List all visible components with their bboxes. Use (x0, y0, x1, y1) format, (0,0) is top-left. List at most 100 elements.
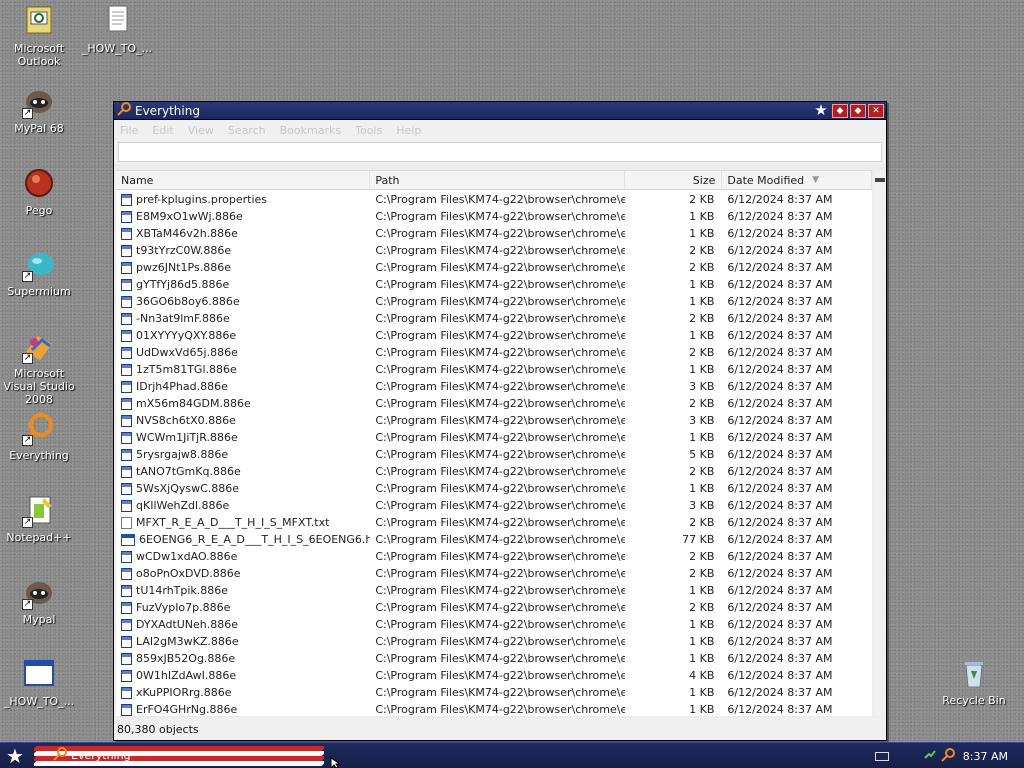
desktop-icon-mypal[interactable]: ↗ Mypal (0, 576, 79, 626)
file-name: ErFO4GHrNg.886e (136, 703, 238, 716)
file-icon (121, 193, 132, 206)
menu-file[interactable]: File (120, 124, 138, 137)
column-name[interactable]: Name (116, 171, 371, 189)
table-row[interactable]: WCWm1JiTjR.886e C:\Program Files\KM74-g22… (116, 429, 872, 446)
star-icon[interactable]: ★ (812, 102, 830, 119)
table-row[interactable]: o8oPnOxDVD.886e C:\Program Files\KM74-g22… (116, 565, 872, 582)
table-row[interactable]: qKIlWehZdl.886e C:\Program Files\KM74-g22… (116, 497, 872, 514)
cell-path: C:\Program Files\KM74-g22\browser\chrome… (375, 448, 625, 461)
column-date-modified[interactable]: Date Modified ▼ (722, 171, 872, 189)
table-row[interactable]: FuzVypIo7p.886e C:\Program Files\KM74-g22… (116, 599, 872, 616)
table-row[interactable]: E8M9xO1wWj.886e C:\Program Files\KM74-g22… (116, 208, 872, 225)
table-row[interactable]: LAI2gM3wKZ.886e C:\Program Files\KM74-g22… (116, 633, 872, 650)
maximize-button[interactable]: ◆ (850, 103, 866, 118)
taskbar-everything-button[interactable]: Everything (48, 745, 131, 766)
desktop-icon-recycle-bin[interactable]: Recycle Bin (934, 657, 1014, 707)
desktop-icon-how-to-hta[interactable]: _HOW_TO_... (0, 658, 79, 708)
menu-edit[interactable]: Edit (152, 124, 173, 137)
cell-name: UdDwxVd65j.886e (116, 346, 370, 359)
menu-search[interactable]: Search (228, 124, 266, 137)
minimize-button[interactable]: ◆ (832, 103, 848, 118)
desktop-icon-label: Microsoft Visual Studio 2008 (3, 367, 75, 406)
cell-size: 1 KB (689, 703, 715, 716)
desktop-icon-notepadpp[interactable]: ↗ Notepad++ (0, 494, 79, 544)
keyboard-icon[interactable] (874, 751, 889, 761)
supermium-icon: ↗ (22, 248, 56, 282)
visual-studio-icon: ↗ (22, 330, 56, 364)
cell-size: 1 KB (689, 482, 715, 495)
table-row[interactable]: xKuPPIORrg.886e C:\Program Files\KM74-g22… (116, 684, 872, 701)
table-row[interactable]: 36GO6b8oy6.886e C:\Program Files\KM74-g22… (116, 293, 872, 310)
desktop-icon-how-to-txt[interactable]: _HOW_TO_... (77, 5, 157, 55)
column-date-label: Date Modified (727, 173, 805, 187)
title-bar[interactable]: Everything ★ ◆ ◆ ✕ (114, 102, 886, 120)
search-input[interactable] (118, 142, 882, 162)
table-row[interactable]: wCDw1xdAO.886e C:\Program Files\KM74-g22\… (116, 548, 872, 565)
cell-name: 1zT5m81TGl.886e (116, 363, 370, 376)
desktop-icon-label: Notepad++ (6, 531, 72, 544)
table-row[interactable]: MFXT_R_E_A_D___T_H_I_S_MFXT.txt C:\Progra… (116, 514, 872, 531)
table-row[interactable]: XBTaM46v2h.886e C:\Program Files\KM74-g22… (116, 225, 872, 242)
start-button[interactable]: ★ (6, 744, 24, 768)
vertical-scrollbar[interactable] (874, 170, 886, 716)
file-name: MFXT_R_E_A_D___T_H_I_S_MFXT.txt (136, 516, 330, 529)
table-row[interactable]: -Nn3at9lmF.886e C:\Program Files\KM74-g22… (116, 310, 872, 327)
desktop-icon-label: MyPal 68 (14, 122, 64, 135)
menu-bookmarks[interactable]: Bookmarks (280, 124, 341, 137)
table-row[interactable]: DYXAdtUNeh.886e C:\Program Files\KM74-g22… (116, 616, 872, 633)
file-icon (121, 567, 132, 580)
table-row[interactable]: 6EOENG6_R_E_A_D___T_H_I_S_6EOENG6.hta C:\… (116, 531, 872, 548)
desktop-icon-mypal-68[interactable]: ↗ MyPal 68 (0, 85, 79, 135)
desktop-icon-label: _HOW_TO_... (81, 42, 153, 55)
table-row[interactable]: tU14rhTpik.886e C:\Program Files\KM74-g22… (116, 582, 872, 599)
cell-size: 1 KB (689, 652, 715, 665)
menu-view[interactable]: View (188, 124, 214, 137)
table-row[interactable]: NVS8ch6tX0.886e C:\Program Files\KM74-g22… (116, 412, 872, 429)
table-row[interactable]: mX56m84GDM.886e C:\Program Files\KM74-g22… (116, 395, 872, 412)
cell-size: 1 KB (689, 635, 715, 648)
table-row[interactable]: UdDwxVd65j.886e C:\Program Files\KM74-g22… (116, 344, 872, 361)
table-row[interactable]: pwz6JNt1Ps.886e C:\Program Files\KM74-g22… (116, 259, 872, 276)
cell-size: 1 KB (689, 686, 715, 699)
scrollbar-thumb[interactable] (875, 178, 885, 182)
cell-path: C:\Program Files\KM74-g22\browser\chrome… (375, 244, 625, 257)
cell-name: 5WsXjQyswC.886e (116, 482, 370, 495)
cell-name: xKuPPIORrg.886e (116, 686, 370, 699)
close-button[interactable]: ✕ (868, 103, 884, 118)
table-row[interactable]: IDrjh4Phad.886e C:\Program Files\KM74-g22… (116, 378, 872, 395)
cell-path: C:\Program Files\KM74-g22\browser\chrome… (375, 567, 625, 580)
table-row[interactable]: tANO7tGmKq.886e C:\Program Files\KM74-g22… (116, 463, 872, 480)
column-size[interactable]: Size (625, 171, 723, 189)
table-row[interactable]: 859xJB52Og.886e C:\Program Files\KM74-g22… (116, 650, 872, 667)
cell-date: 6/12/2024 8:37 AM (727, 448, 833, 461)
cell-name: 6EOENG6_R_E_A_D___T_H_I_S_6EOENG6.hta (116, 533, 370, 546)
table-row[interactable]: 5rysrgajw8.886e C:\Program Files\KM74-g22… (116, 446, 872, 463)
table-row[interactable]: 01XYYYyQXY.886e C:\Program Files\KM74-g22… (116, 327, 872, 344)
cell-size: 4 KB (689, 669, 715, 682)
desktop-icon-visual-studio[interactable]: ↗ Microsoft Visual Studio 2008 (0, 330, 79, 406)
shortcut-arrow-icon: ↗ (22, 435, 33, 446)
table-row[interactable]: 1zT5m81TGl.886e C:\Program Files\KM74-g22… (116, 361, 872, 378)
table-row[interactable]: 5WsXjQyswC.886e C:\Program Files\KM74-g22… (116, 480, 872, 497)
desktop-icon-everything[interactable]: ↗ Everything (0, 412, 79, 462)
desktop-icon-pego[interactable]: Pego (0, 167, 79, 217)
clock[interactable]: 8:37 AM (963, 750, 1008, 763)
menu-help[interactable]: Help (396, 124, 421, 137)
table-row[interactable]: t93tYrzC0W.886e C:\Program Files\KM74-g22… (116, 242, 872, 259)
table-row[interactable]: gYTfYj86d5.886e C:\Program Files\KM74-g22… (116, 276, 872, 293)
menu-tools[interactable]: Tools (355, 124, 382, 137)
everything-tray-icon[interactable] (941, 747, 955, 765)
cell-date: 6/12/2024 8:37 AM (727, 193, 833, 206)
table-row[interactable]: ErFO4GHrNg.886e C:\Program Files\KM74-g22… (116, 701, 872, 716)
desktop-icon-outlook[interactable]: Microsoft Outlook (0, 5, 79, 68)
desktop-icon-supermium[interactable]: ↗ Supermium (0, 248, 79, 298)
column-path[interactable]: Path (370, 171, 625, 189)
cell-path: C:\Program Files\KM74-g22\browser\chrome… (375, 227, 625, 240)
cell-name: pwz6JNt1Ps.886e (116, 261, 370, 274)
table-row[interactable]: pref-kplugins.properties C:\Program Files… (116, 191, 872, 208)
network-icon[interactable] (923, 748, 937, 765)
results-list[interactable]: Name Path Size Date Modified ▼ pref-kplu… (116, 170, 872, 716)
cell-size: 2 KB (689, 465, 715, 478)
table-row[interactable]: 0W1hIZdAwI.886e C:\Program Files\KM74-g22… (116, 667, 872, 684)
cell-date: 6/12/2024 8:37 AM (727, 431, 833, 444)
